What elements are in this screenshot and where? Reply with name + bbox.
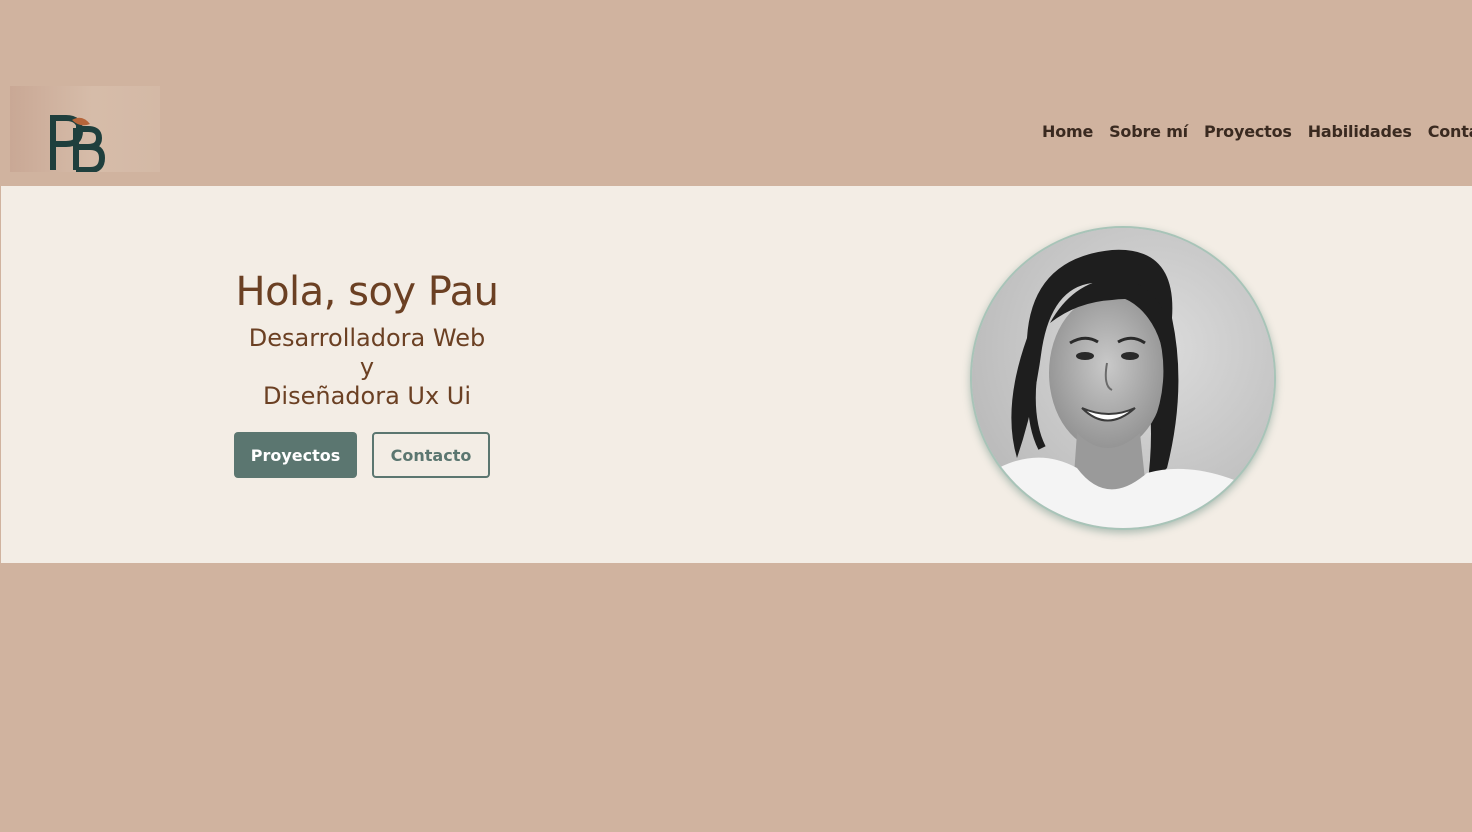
hero-subtitle-line-3: Diseñadora Ux Ui: [262, 382, 472, 410]
page: Home Sobre mí Proyectos Habilidades Cont…: [0, 0, 1472, 832]
hero-subtitle-line-2: y: [359, 353, 375, 381]
nav-item-home[interactable]: Home: [1034, 120, 1101, 144]
hero-text: Hola, soy Pau Desarrolladora Web y Diseñ…: [197, 266, 537, 411]
portrait-image: [972, 228, 1274, 528]
proyectos-button[interactable]: Proyectos: [234, 432, 357, 478]
site-header: Home Sobre mí Proyectos Habilidades Cont…: [0, 0, 1472, 186]
hero-section: Hola, soy Pau Desarrolladora Web y Diseñ…: [1, 186, 1472, 563]
nav-item-contacto[interactable]: Contacto: [1420, 120, 1472, 144]
nav-item-habilidades[interactable]: Habilidades: [1300, 120, 1420, 144]
profile-photo: [970, 226, 1276, 530]
site-logo[interactable]: [10, 86, 160, 172]
hero-subtitle-line-1: Desarrolladora Web: [248, 324, 486, 352]
contacto-button[interactable]: Contacto: [372, 432, 490, 478]
nav-item-proyectos[interactable]: Proyectos: [1196, 120, 1300, 144]
main-nav: Home Sobre mí Proyectos Habilidades Cont…: [1034, 120, 1472, 144]
nav-item-sobre-mi[interactable]: Sobre mí: [1101, 120, 1196, 144]
hero-subtitle: Desarrolladora Web y Diseñadora Ux Ui: [197, 324, 537, 411]
hero-buttons: Proyectos Contacto: [234, 432, 490, 478]
pb-logo-icon: [50, 115, 106, 172]
hero-title: Hola, soy Pau: [235, 269, 500, 315]
